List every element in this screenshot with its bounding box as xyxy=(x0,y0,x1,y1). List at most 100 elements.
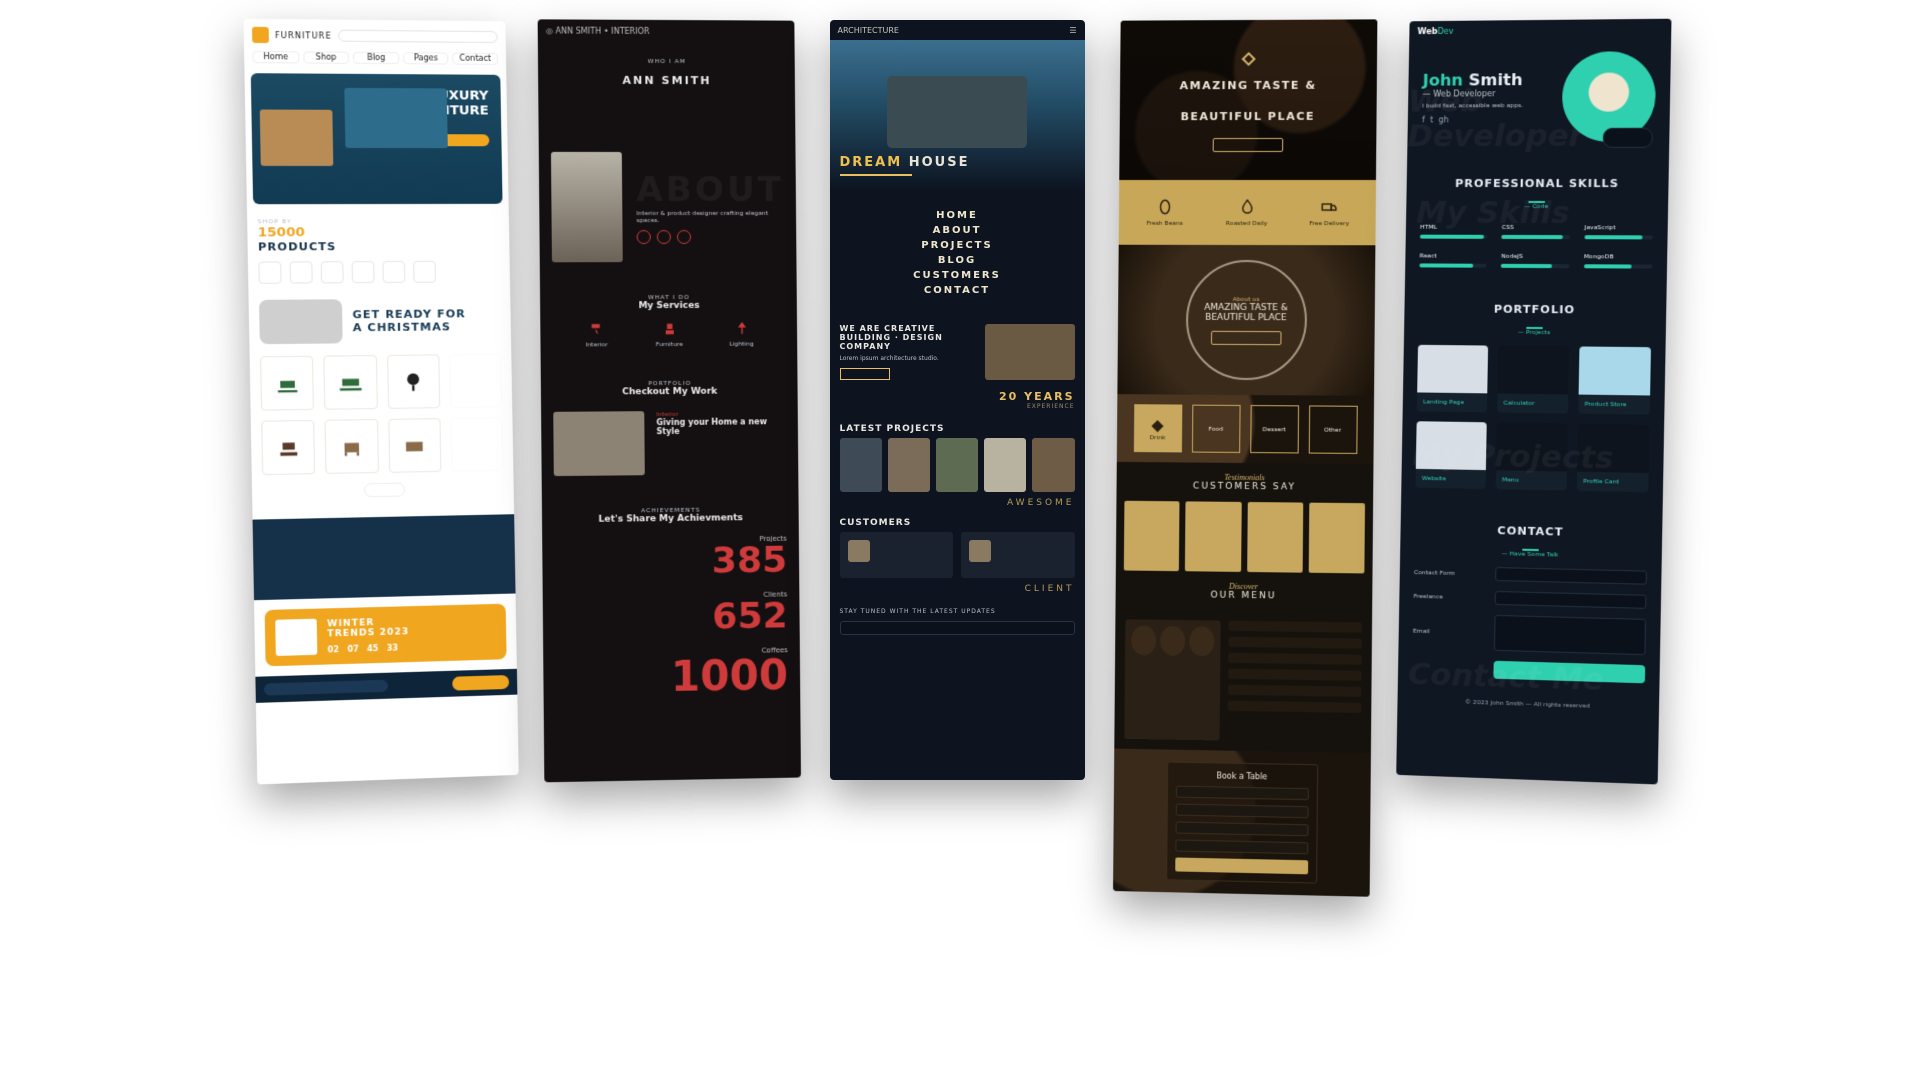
readmore-button[interactable] xyxy=(1210,330,1281,344)
project-thumb[interactable] xyxy=(888,438,930,492)
menu-item[interactable] xyxy=(1227,685,1360,697)
nav-tab[interactable]: Blog xyxy=(353,52,399,64)
menu-item[interactable] xyxy=(1228,653,1361,665)
nav-link[interactable]: CUSTOMERS xyxy=(830,270,1085,281)
nav-link[interactable]: CONTACT xyxy=(830,285,1085,296)
about-title: WE ARE CREATIVE BUILDING · DESIGN COMPAN… xyxy=(840,324,975,351)
menu-icon[interactable]: ☰ xyxy=(1069,26,1076,35)
project-thumb[interactable] xyxy=(984,438,1026,492)
product-card[interactable] xyxy=(261,420,315,475)
tagline: BEAUTIFUL PLACE xyxy=(1205,312,1287,322)
hero: DREAM HOUSE xyxy=(830,40,1085,190)
send-button[interactable] xyxy=(1493,661,1645,684)
sofa-icon xyxy=(259,299,343,344)
nav-tab[interactable]: Pages xyxy=(403,52,449,64)
first-name: John xyxy=(1422,71,1463,90)
facebook-icon[interactable]: f xyxy=(1421,115,1424,124)
name-field[interactable] xyxy=(1495,567,1647,585)
project-name: Profile Card xyxy=(1576,472,1648,492)
menu-cat[interactable]: Dessert xyxy=(1249,405,1298,453)
brand: ANN SMITH • INTERIOR xyxy=(555,26,649,35)
stat-value: 652 xyxy=(554,599,787,638)
name-field[interactable] xyxy=(1175,786,1308,801)
countdown-seg: 02 xyxy=(327,645,339,654)
project-card[interactable]: Calculator xyxy=(1497,346,1569,414)
nav-tab[interactable]: Shop xyxy=(302,51,348,63)
project-thumb[interactable] xyxy=(936,438,978,492)
social-icon[interactable] xyxy=(656,230,670,244)
service-name: Furniture xyxy=(645,341,693,348)
project-card[interactable]: Menu xyxy=(1495,422,1567,490)
category-chip[interactable] xyxy=(351,261,374,283)
nav-link[interactable]: ABOUT xyxy=(830,225,1085,236)
github-icon[interactable]: gh xyxy=(1438,115,1448,124)
project-card[interactable]: Website xyxy=(1415,421,1486,489)
subscribe-note: STAY TUNED WITH THE LATEST UPDATES xyxy=(840,608,1075,615)
project-card[interactable]: Landing Page xyxy=(1416,345,1487,412)
nav-tab[interactable]: Contact xyxy=(452,53,497,65)
product-card[interactable] xyxy=(387,418,440,473)
project-card[interactable]: Product Store xyxy=(1578,346,1651,414)
category-chip[interactable] xyxy=(289,261,312,283)
category-chip[interactable] xyxy=(382,261,405,283)
brand-a: Web xyxy=(1417,26,1437,35)
search-input[interactable] xyxy=(337,30,497,43)
nav-link[interactable]: PROJECTS xyxy=(830,240,1085,251)
project-thumb[interactable] xyxy=(1032,438,1074,492)
product-card[interactable] xyxy=(450,417,503,472)
menu-item[interactable] xyxy=(1227,701,1360,713)
project-thumb[interactable] xyxy=(840,438,882,492)
nav-tab[interactable]: Home xyxy=(252,51,299,63)
avatar xyxy=(1561,51,1656,142)
template-portfolio: WebDev Web Developer John Smith — Web De… xyxy=(1396,19,1671,785)
date-field[interactable] xyxy=(1175,822,1308,837)
project-card[interactable]: Profile Card xyxy=(1576,424,1649,493)
about-image xyxy=(985,324,1075,380)
category-chip[interactable] xyxy=(258,262,281,284)
customers-title: CUSTOMERS xyxy=(830,512,1085,532)
social-icon[interactable] xyxy=(636,230,650,244)
guests-field[interactable] xyxy=(1174,840,1307,855)
product-card[interactable] xyxy=(386,354,439,409)
cat-label: Drink xyxy=(1149,434,1165,441)
testimonial-card xyxy=(1123,501,1179,571)
email-input[interactable] xyxy=(263,680,387,696)
more-button[interactable] xyxy=(363,483,404,498)
book-button[interactable] xyxy=(1174,857,1307,874)
subject-field[interactable] xyxy=(1494,591,1646,609)
menu-item[interactable] xyxy=(1228,637,1361,649)
discover-button[interactable] xyxy=(1212,138,1283,152)
hero: AMAZING TASTE & BEAUTIFUL PLACE xyxy=(1119,19,1377,180)
message-field[interactable] xyxy=(1493,615,1645,655)
testimonials-title: Testimonials CUSTOMERS SAY xyxy=(1116,462,1373,503)
hero-cta-button[interactable] xyxy=(426,134,489,146)
email-field[interactable] xyxy=(1175,804,1308,819)
nav-link[interactable]: HOME xyxy=(830,210,1085,221)
menu-item[interactable] xyxy=(1228,621,1361,633)
about-text: Lorem ipsum architecture studio. xyxy=(840,355,975,362)
work-image[interactable] xyxy=(553,411,645,476)
header: ARCHITECTURE ☰ xyxy=(830,20,1085,40)
menu-cat[interactable]: Other xyxy=(1308,405,1357,454)
send-button[interactable] xyxy=(452,675,509,691)
book-icon xyxy=(275,619,317,656)
template-cafe: AMAZING TASTE & BEAUTIFUL PLACE Fresh Be… xyxy=(1113,19,1377,896)
menu-cat[interactable]: Food xyxy=(1191,405,1240,453)
product-card[interactable] xyxy=(324,419,378,474)
menu-item[interactable] xyxy=(1228,669,1361,681)
category-chip[interactable] xyxy=(413,261,436,283)
readmore-button[interactable] xyxy=(840,368,890,380)
cat-label: Food xyxy=(1208,425,1223,432)
menu-cat[interactable]: ◆ Drink xyxy=(1133,404,1181,452)
product-card[interactable] xyxy=(449,354,502,408)
role: — Web Developer xyxy=(1422,89,1552,99)
nav-link[interactable]: BLOG xyxy=(830,255,1085,266)
products-header: SHOP BY 15000 PRODUCTS GET READY FOR A C… xyxy=(246,210,513,508)
product-card[interactable] xyxy=(260,356,314,411)
subscribe-input[interactable] xyxy=(840,621,1075,635)
features: Fresh Beans Roasted Daily Free Delivery xyxy=(1118,180,1375,245)
social-icon[interactable] xyxy=(676,230,690,244)
product-card[interactable] xyxy=(323,355,377,410)
category-chip[interactable] xyxy=(320,261,343,283)
twitter-icon[interactable]: t xyxy=(1429,115,1432,124)
